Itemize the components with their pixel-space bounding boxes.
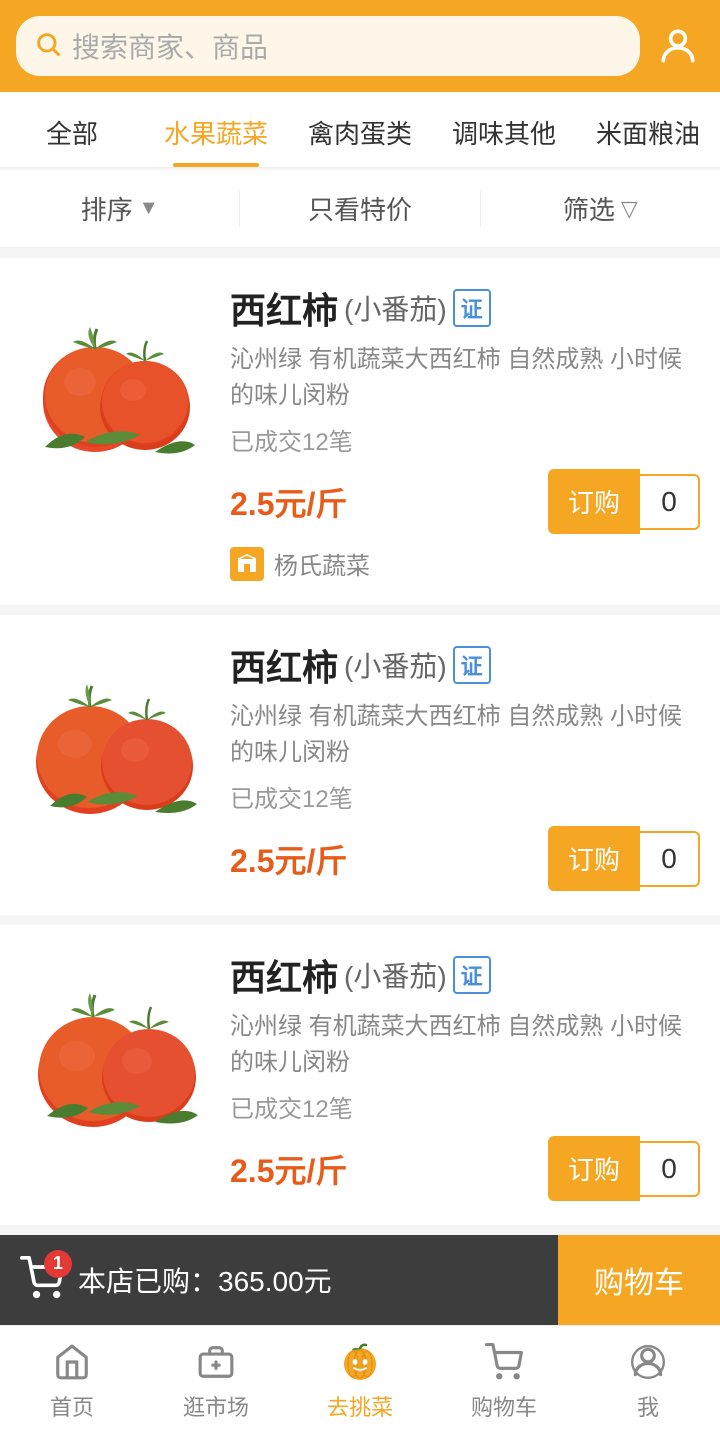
order-count-2: 0 bbox=[640, 831, 700, 887]
search-placeholder: 搜索商家、商品 bbox=[72, 26, 268, 66]
home-icon bbox=[50, 1340, 94, 1384]
product-image-2[interactable] bbox=[20, 639, 210, 829]
product-sales-1: 已成交12笔 bbox=[230, 422, 700, 457]
filter-icon: ▽ bbox=[621, 196, 638, 222]
nav-label-home: 首页 bbox=[50, 1390, 94, 1422]
product-price-1: 2.5元/斤 bbox=[230, 479, 347, 525]
category-tabs: 全部 水果蔬菜 禽肉蛋类 调味其他 米面粮油 bbox=[0, 92, 720, 168]
search-icon bbox=[34, 30, 62, 63]
cart-icon-wrap[interactable]: 1 bbox=[20, 1256, 64, 1305]
category-tab-all[interactable]: 全部 bbox=[0, 92, 144, 167]
product-info-1: 西红柿 (小番茄) 证 沁州绿 有机蔬菜大西红柿 自然成熟 小时候的味儿闵粉 已… bbox=[230, 282, 700, 581]
product-sales-3: 已成交12笔 bbox=[230, 1089, 700, 1124]
product-info-2: 西红柿 (小番茄) 证 沁州绿 有机蔬菜大西红柿 自然成熟 小时候的味儿闵粉 已… bbox=[230, 639, 700, 891]
category-tab-fruit-veg[interactable]: 水果蔬菜 bbox=[144, 92, 288, 167]
nav-label-cart: 购物车 bbox=[471, 1390, 537, 1422]
product-price-row-2: 2.5元/斤 订购 0 bbox=[230, 826, 700, 891]
product-subtitle-2: (小番茄) bbox=[344, 645, 447, 685]
product-card-2: 西红柿 (小番茄) 证 沁州绿 有机蔬菜大西红柿 自然成熟 小时候的味儿闵粉 已… bbox=[0, 615, 720, 915]
product-price-3: 2.5元/斤 bbox=[230, 1146, 347, 1192]
product-list: 西红柿 (小番茄) 证 沁州绿 有机蔬菜大西红柿 自然成熟 小时候的味儿闵粉 已… bbox=[0, 248, 720, 1235]
nav-item-me[interactable]: 我 bbox=[576, 1340, 720, 1422]
cert-badge-3: 证 bbox=[453, 956, 491, 994]
header: 搜索商家、商品 bbox=[0, 0, 720, 92]
order-button-2[interactable]: 订购 bbox=[548, 826, 640, 891]
order-count-3: 0 bbox=[640, 1141, 700, 1197]
merchant-row-1: 杨氏蔬菜 bbox=[230, 546, 700, 581]
nav-label-shop: 去挑菜 bbox=[327, 1390, 393, 1422]
order-count-1: 0 bbox=[640, 474, 700, 530]
cart-button[interactable]: 购物车 bbox=[558, 1235, 720, 1325]
product-desc-2: 沁州绿 有机蔬菜大西红柿 自然成熟 小时候的味儿闵粉 bbox=[230, 699, 700, 771]
cart-nav-icon bbox=[482, 1340, 526, 1384]
product-image-1[interactable] bbox=[20, 282, 210, 472]
product-price-row-1: 2.5元/斤 订购 0 bbox=[230, 469, 700, 534]
cert-badge-1: 证 bbox=[453, 289, 491, 327]
merchant-name-1: 杨氏蔬菜 bbox=[274, 546, 370, 581]
product-price-row-3: 2.5元/斤 订购 0 bbox=[230, 1136, 700, 1201]
product-title-row-1: 西红柿 (小番茄) 证 bbox=[230, 282, 700, 334]
product-name-1: 西红柿 bbox=[230, 282, 338, 334]
product-image-3[interactable] bbox=[20, 949, 210, 1139]
product-card-3: 西红柿 (小番茄) 证 沁州绿 有机蔬菜大西红柿 自然成熟 小时候的味儿闵粉 已… bbox=[0, 925, 720, 1225]
chevron-down-icon: ▼ bbox=[139, 197, 159, 220]
filter-bar: 排序 ▼ 只看特价 筛选 ▽ bbox=[0, 170, 720, 248]
nav-item-home[interactable]: 首页 bbox=[0, 1340, 144, 1422]
search-bar[interactable]: 搜索商家、商品 bbox=[16, 16, 640, 76]
filter-button[interactable]: 筛选 ▽ bbox=[481, 170, 720, 247]
order-btn-group-2: 订购 0 bbox=[548, 826, 700, 891]
product-desc-3: 沁州绿 有机蔬菜大西红柿 自然成熟 小时候的味儿闵粉 bbox=[230, 1009, 700, 1081]
order-button-1[interactable]: 订购 bbox=[548, 469, 640, 534]
category-tab-poultry-egg[interactable]: 禽肉蛋类 bbox=[288, 92, 432, 167]
cert-badge-2: 证 bbox=[453, 646, 491, 684]
bottom-nav: 首页 逛市场 bbox=[0, 1325, 720, 1435]
order-button-3[interactable]: 订购 bbox=[548, 1136, 640, 1201]
order-btn-group-1: 订购 0 bbox=[548, 469, 700, 534]
product-desc-1: 沁州绿 有机蔬菜大西红柿 自然成熟 小时候的味儿闵粉 bbox=[230, 342, 700, 414]
cart-info: 1 本店已购：365.00元 bbox=[0, 1256, 558, 1305]
product-title-row-2: 西红柿 (小番茄) 证 bbox=[230, 639, 700, 691]
special-price-button[interactable]: 只看特价 bbox=[240, 170, 479, 247]
product-info-3: 西红柿 (小番茄) 证 沁州绿 有机蔬菜大西红柿 自然成熟 小时候的味儿闵粉 已… bbox=[230, 949, 700, 1201]
market-icon bbox=[194, 1340, 238, 1384]
product-name-3: 西红柿 bbox=[230, 949, 338, 1001]
sort-button[interactable]: 排序 ▼ bbox=[0, 170, 239, 247]
product-title-row-3: 西红柿 (小番茄) 证 bbox=[230, 949, 700, 1001]
product-subtitle-1: (小番茄) bbox=[344, 288, 447, 328]
product-name-2: 西红柿 bbox=[230, 639, 338, 691]
product-card-1: 西红柿 (小番茄) 证 沁州绿 有机蔬菜大西红柿 自然成熟 小时候的味儿闵粉 已… bbox=[0, 258, 720, 605]
product-price-2: 2.5元/斤 bbox=[230, 836, 347, 882]
order-btn-group-3: 订购 0 bbox=[548, 1136, 700, 1201]
category-tab-seasoning[interactable]: 调味其他 bbox=[432, 92, 576, 167]
category-tab-grain[interactable]: 米面粮油 bbox=[576, 92, 720, 167]
product-sales-2: 已成交12笔 bbox=[230, 779, 700, 814]
nav-item-shop[interactable]: 去挑菜 bbox=[288, 1340, 432, 1422]
nav-item-cart[interactable]: 购物车 bbox=[432, 1340, 576, 1422]
merchant-icon-1 bbox=[230, 547, 264, 581]
cart-bar: 1 本店已购：365.00元 购物车 bbox=[0, 1235, 720, 1325]
cart-badge: 1 bbox=[44, 1250, 72, 1278]
user-icon[interactable] bbox=[652, 20, 704, 72]
user-nav-icon bbox=[626, 1340, 670, 1384]
pumpkin-icon bbox=[338, 1340, 382, 1384]
product-subtitle-3: (小番茄) bbox=[344, 955, 447, 995]
nav-label-me: 我 bbox=[637, 1390, 659, 1422]
nav-label-market: 逛市场 bbox=[183, 1390, 249, 1422]
nav-item-market[interactable]: 逛市场 bbox=[144, 1340, 288, 1422]
cart-text: 本店已购：365.00元 bbox=[78, 1260, 332, 1300]
